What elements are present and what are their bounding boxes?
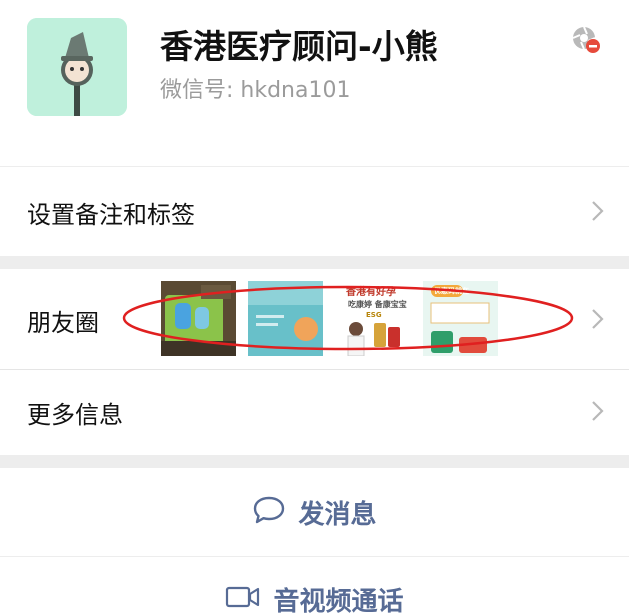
moments-thumbnail xyxy=(161,281,236,356)
divider xyxy=(0,369,629,370)
moments-thumbnail: 香港有好孕 吃康婷 备康宝宝 ESG xyxy=(336,281,411,356)
profile-header: 香港医疗顾问-小熊 微信号: hkdna101 xyxy=(0,0,629,166)
moments-thumbnail: 优惠码就在 xyxy=(423,281,498,356)
video-camera-icon xyxy=(225,584,261,614)
chat-bubble-icon xyxy=(252,495,286,529)
moments-thumbnails: 香港有好孕 吃康婷 备康宝宝 ESG 优惠码就在 xyxy=(161,281,501,356)
chevron-right-icon xyxy=(591,308,605,330)
set-remark-and-tags-label: 设置备注和标签 xyxy=(27,201,195,229)
video-call-label: 音视频通话 xyxy=(273,586,404,614)
avatar[interactable] xyxy=(27,18,127,116)
send-message-button[interactable]: 发消息 xyxy=(0,468,629,556)
contact-name: 香港医疗顾问-小熊 xyxy=(160,27,438,66)
more-info-row[interactable]: 更多信息 xyxy=(0,369,629,455)
blocked-badge-icon xyxy=(571,25,601,55)
chevron-right-icon xyxy=(591,200,605,222)
contact-profile-page: 香港医疗顾问-小熊 微信号: hkdna101 设置备注和标签 朋友圈 香港有好… xyxy=(0,0,629,614)
wechat-id: 微信号: hkdna101 xyxy=(160,78,351,103)
thumbnail-caption: 优惠码就在 xyxy=(434,287,469,295)
set-remark-and-tags-row[interactable]: 设置备注和标签 xyxy=(0,167,629,256)
chevron-right-icon xyxy=(591,400,605,422)
moments-label: 朋友圈 xyxy=(27,309,99,337)
more-info-label: 更多信息 xyxy=(27,401,123,429)
thumbnail-caption: 吃康婷 备康宝宝 xyxy=(348,300,407,309)
moments-row[interactable]: 朋友圈 香港有好孕 吃康婷 备康宝宝 ESG 优惠码就在 xyxy=(0,269,629,369)
send-message-label: 发消息 xyxy=(298,499,377,530)
moments-thumbnail xyxy=(248,281,323,356)
video-call-button[interactable]: 音视频通话 xyxy=(0,557,629,614)
thumbnail-caption: 香港有好孕 xyxy=(346,287,396,298)
